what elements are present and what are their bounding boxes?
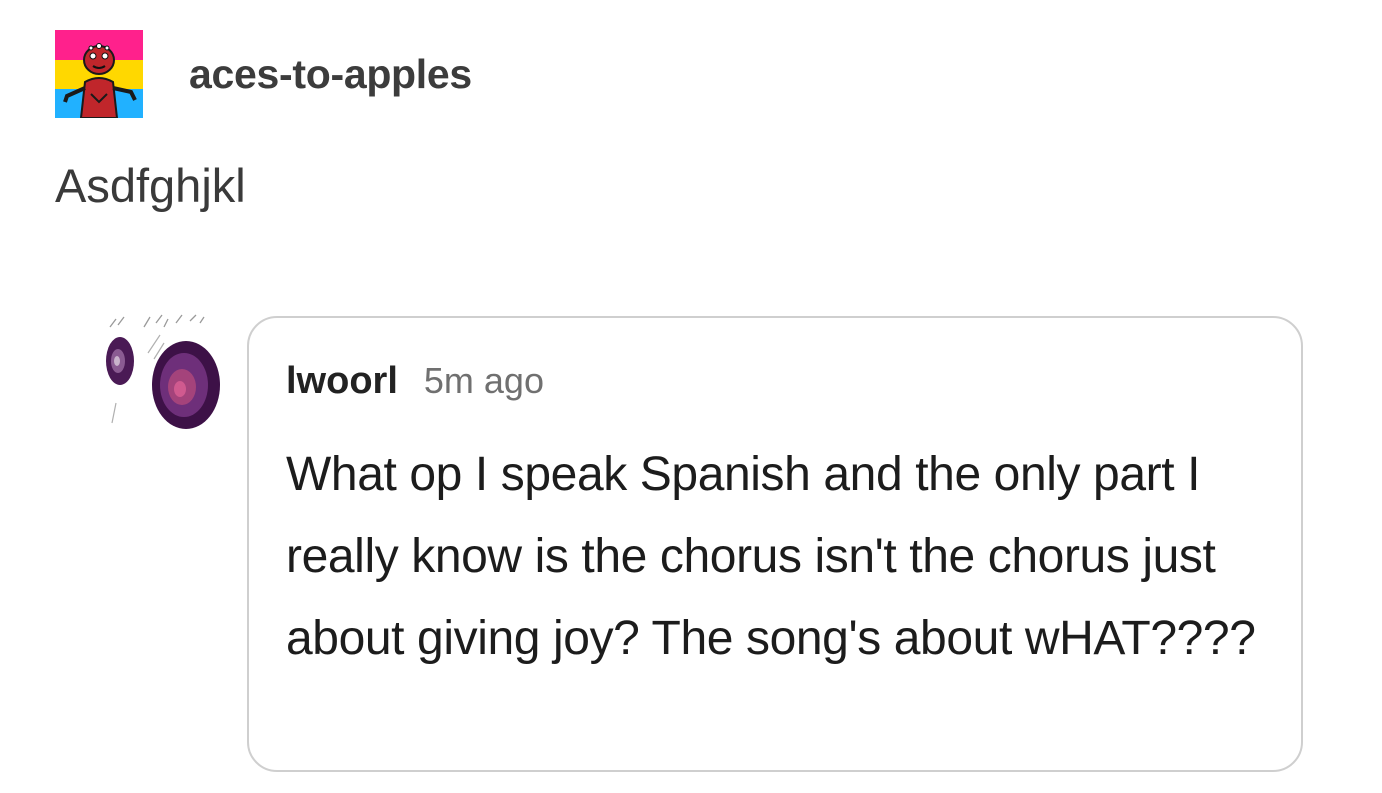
- reply-bubble: lwoorl 5m ago What op I speak Spanish an…: [247, 316, 1303, 772]
- post-header: aces-to-apples: [55, 30, 472, 118]
- reply-username[interactable]: lwoorl: [286, 360, 398, 403]
- reply-timestamp: 5m ago: [423, 360, 544, 401]
- reply-meta: lwoorl 5m ago: [286, 360, 544, 403]
- blog-username[interactable]: aces-to-apples: [189, 51, 472, 98]
- reply-text: What op I speak Spanish and the only par…: [286, 448, 1256, 665]
- blog-avatar[interactable]: [55, 30, 143, 118]
- reply-avatar[interactable]: [104, 313, 220, 429]
- post-body-text: Asdfghjkl: [55, 159, 246, 212]
